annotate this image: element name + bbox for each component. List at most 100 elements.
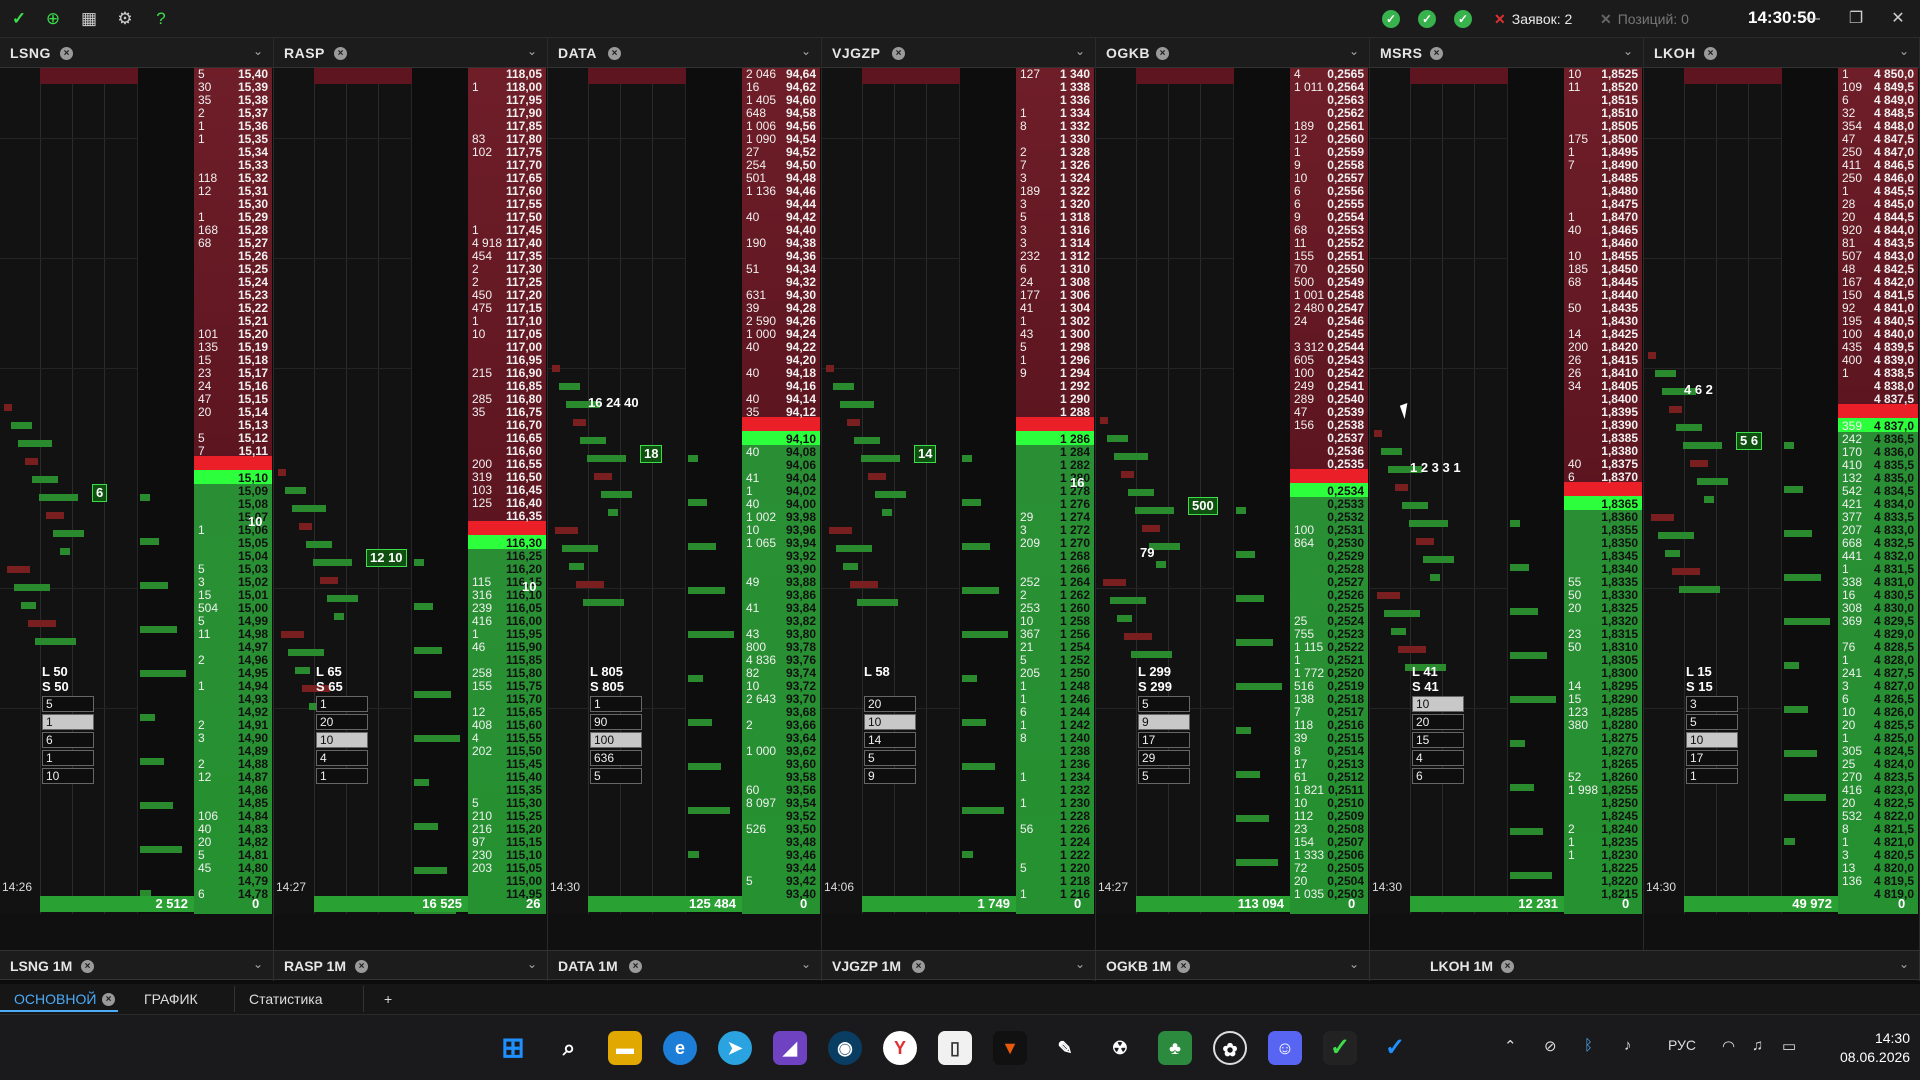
bid-volume[interactable]: 11 — [198, 628, 210, 641]
order-size-list[interactable]: 10 20 15 4 6 — [1412, 696, 1464, 786]
own-volume-column[interactable] — [412, 68, 468, 914]
app-icon[interactable]: ◢ — [773, 1031, 807, 1065]
ask-volume[interactable]: 20 — [198, 406, 211, 419]
orderbook-panel-vjgzp[interactable]: VJGZP×⌄143 3251,57%2,001x1 3401 3381 336… — [822, 38, 1096, 950]
order-size-list[interactable]: 1 20 10 4 1 — [316, 696, 368, 786]
order-size-option[interactable]: 4 — [1412, 750, 1464, 766]
order-marker[interactable]: 16 — [1070, 475, 1084, 490]
tab-chart[interactable]: ГРАФИК — [130, 986, 230, 1012]
orderbook-panel-rasp[interactable]: RASP×⌄12 1017 823-1,81%0,501x118,05118,0… — [274, 38, 548, 950]
ask-volume[interactable]: 35 — [746, 406, 759, 419]
ask-volume[interactable]: 156 — [1294, 419, 1314, 432]
best-ask-row[interactable] — [1290, 469, 1368, 483]
bid-volume[interactable]: 49 — [746, 576, 759, 589]
volume-icon[interactable]: ♫ — [1752, 1037, 1763, 1054]
tape-chart[interactable]: 14 — [822, 68, 960, 914]
tab-main[interactable]: ОСНОВНОЙ × — [0, 986, 118, 1012]
ask-price[interactable]: 4 837,5 — [1874, 393, 1914, 406]
order-size-option[interactable]: 5 — [590, 768, 642, 784]
wifi-icon[interactable]: ◠ — [1722, 1037, 1735, 1055]
tape-chart[interactable]: 5 6 — [1644, 68, 1782, 914]
chevron-down-icon[interactable]: ⌄ — [801, 44, 811, 58]
ask-volume[interactable]: 51 — [746, 263, 759, 276]
panel-header[interactable]: OGKB × ⌄ — [1096, 38, 1369, 68]
order-size-list[interactable]: 5 9 17 29 5 — [1138, 696, 1190, 786]
order-size-option[interactable]: 636 — [590, 750, 642, 766]
bid-volume[interactable]: 1 998 — [1568, 784, 1598, 797]
bid-volume[interactable]: 20 — [1568, 602, 1581, 615]
bid-volume[interactable]: 209 — [1020, 537, 1040, 550]
ask-volume[interactable]: 1 — [1842, 367, 1849, 380]
order-size-option[interactable]: 17 — [1686, 750, 1738, 766]
panel-header[interactable]: RASP × ⌄ — [274, 38, 547, 68]
bid-volume[interactable]: 1 — [1568, 849, 1575, 862]
taskbar-clock[interactable]: 14:30 08.06.2026 — [1840, 1029, 1910, 1067]
minimize-button[interactable]: — — [1792, 6, 1832, 32]
bid-volume[interactable]: 369 — [1842, 615, 1862, 628]
own-volume-column[interactable] — [1508, 68, 1564, 914]
bid-volume[interactable]: 1 000 — [746, 745, 776, 758]
price-ladder[interactable]: 1,8525 1,8520 1,8515 1,8510 1,8505 1,8500 1,84… — [1564, 68, 1642, 914]
bid-price[interactable]: 0,2503 — [1327, 888, 1364, 901]
tape-chart[interactable] — [1370, 68, 1508, 914]
tape-chart[interactable]: 500 — [1096, 68, 1234, 914]
order-size-option[interactable]: 10 — [1686, 732, 1738, 748]
ask-price[interactable]: 1,8370 — [1601, 471, 1638, 484]
ask-volume[interactable]: 40 — [746, 211, 759, 224]
telegram-icon[interactable]: ➤ — [718, 1031, 752, 1065]
close-chart-icon[interactable]: × — [912, 960, 925, 973]
order-size-option[interactable]: 10 — [864, 714, 916, 730]
pen-icon[interactable]: ✎ — [1048, 1031, 1082, 1065]
browser-edge-icon[interactable]: e — [663, 1031, 697, 1065]
orderbook-panel-data[interactable]: DATA×⌄18168 6220,10%0,021x94,6494,6294,6… — [548, 38, 822, 950]
bid-volume[interactable]: 40 — [746, 446, 759, 459]
close-orders-icon[interactable]: ✕ — [1494, 11, 1506, 27]
order-size-option[interactable]: 1 — [590, 696, 642, 712]
close-chart-icon[interactable]: × — [81, 960, 94, 973]
bid-volume[interactable]: 6 — [198, 888, 205, 901]
ask-volume[interactable]: 68 — [198, 237, 211, 250]
order-size-option[interactable]: 10 — [316, 732, 368, 748]
tape-chart[interactable]: 12 10 — [274, 68, 412, 914]
order-size-option[interactable]: 1 — [316, 768, 368, 784]
chevron-down-icon[interactable]: ⌄ — [1899, 957, 1909, 971]
chevron-down-icon[interactable]: ⌄ — [253, 957, 263, 971]
chevron-down-icon[interactable]: ⌄ — [1075, 44, 1085, 58]
panel-header[interactable]: LSNG × ⌄ — [0, 38, 273, 68]
ask-volume[interactable]: 12 — [198, 185, 211, 198]
ask-price[interactable]: 0,2535 — [1327, 458, 1364, 471]
close-positions-icon[interactable]: ✕ — [1600, 11, 1612, 27]
ask-volume[interactable]: 8 — [1020, 120, 1027, 133]
close-chart-icon[interactable]: × — [355, 960, 368, 973]
ask-volume[interactable]: 102 — [472, 146, 492, 159]
trade-marker[interactable]: 5 6 — [1736, 432, 1763, 450]
network-off-icon[interactable]: ⊘ — [1544, 1037, 1557, 1055]
order-size-option[interactable]: 14 — [864, 732, 916, 748]
panel-header[interactable]: VJGZP × ⌄ — [822, 38, 1095, 68]
bid-volume[interactable]: 2 643 — [746, 693, 776, 706]
order-marker[interactable]: 10 — [522, 579, 536, 594]
order-size-option[interactable]: 15 — [1412, 732, 1464, 748]
positions-status[interactable]: ✕ Позиций: 0 — [1600, 10, 1689, 28]
trade-marker[interactable]: 6 — [92, 484, 108, 502]
ask-volume[interactable]: 34 — [1568, 380, 1581, 393]
ask-volume[interactable]: 190 — [746, 237, 766, 250]
bid-volume[interactable]: 46 — [472, 641, 485, 654]
bid-volume[interactable]: 526 — [746, 823, 766, 836]
chevron-down-icon[interactable]: ⌄ — [1075, 957, 1085, 971]
panel-body[interactable]: 143 3251,57%2,001x1 3401 3381 3361 3341 … — [822, 68, 1095, 914]
order-size-option[interactable]: 5 — [42, 696, 94, 712]
bid-volume[interactable]: 136 — [1842, 875, 1862, 888]
trade-marker[interactable]: 14 — [914, 445, 937, 463]
price-ladder[interactable]: 4 850,0 4 849,5 4 849,0 4 848,5 4 848,0 4 847… — [1838, 68, 1918, 914]
close-panel-icon[interactable]: × — [608, 47, 621, 60]
bid-price[interactable]: 4 819,0 — [1874, 888, 1914, 901]
ask-price[interactable]: 15,11 — [239, 445, 268, 458]
bid-volume[interactable]: 202 — [472, 745, 492, 758]
discord-icon[interactable]: ☺ — [1268, 1031, 1302, 1065]
table-icon[interactable]: ▦ — [78, 8, 100, 30]
chart-tab[interactable]: RASP 1M × ⌄ — [274, 951, 548, 981]
panel-header[interactable]: MSRS × ⌄ — [1370, 38, 1643, 68]
best-ask-row[interactable] — [742, 417, 820, 431]
ask-price[interactable]: 94,12 — [786, 406, 816, 419]
